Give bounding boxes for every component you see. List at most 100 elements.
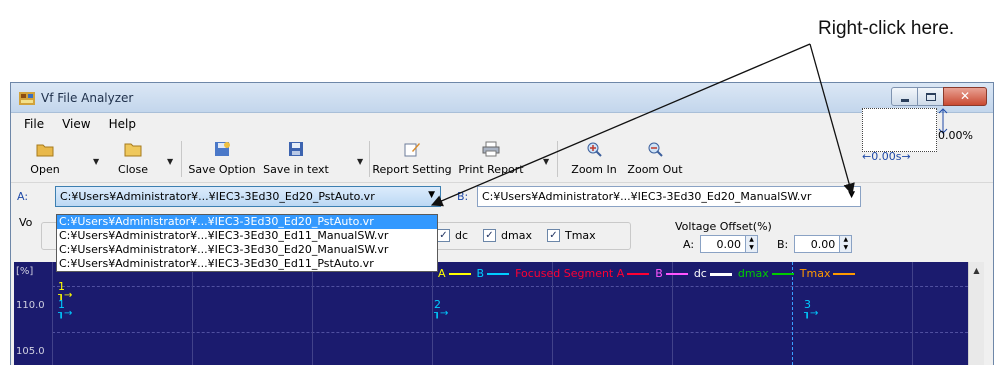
file-b-combo[interactable]: C:¥Users¥Administrator¥...¥IEC3-3Ed30_Ed… [477, 186, 861, 207]
chart-legend: A B Focused Segment A Bdc dmax Tmax [438, 267, 856, 280]
maximize-button[interactable] [917, 87, 944, 106]
file-a-value: C:¥Users¥Administrator¥...¥IEC3-3Ed30_Ed… [60, 190, 375, 203]
offset-percent: 0.00% [938, 129, 973, 142]
y-tick-label: 105.0 [16, 346, 45, 357]
check-icon: ✓ [437, 229, 450, 242]
print-dropdown-icon[interactable]: ▼ [543, 157, 549, 166]
voltage-offset-b-label: B: [777, 237, 789, 251]
callout-text: Right-click here. [818, 18, 955, 39]
dropdown-option[interactable]: C:¥Users¥Administrator¥...¥IEC3-3Ed30_Ed… [57, 215, 437, 229]
folder-icon [124, 143, 142, 157]
offset-seconds: ←0.00s→ [862, 150, 911, 163]
dropdown-option[interactable]: C:¥Users¥Administrator¥...¥IEC3-3Ed30_Ed… [57, 229, 437, 243]
legend-entry-label: dmax [737, 267, 769, 280]
file-a-label: A: [17, 190, 29, 203]
legend-swatch [833, 273, 856, 275]
menu-help[interactable]: Help [100, 113, 145, 135]
legend-entry-label: A [438, 267, 446, 280]
close-window-button[interactable]: ✕ [943, 87, 987, 106]
save-dropdown-icon[interactable]: ▼ [357, 157, 363, 166]
close-label: Close [118, 163, 148, 176]
chevron-down-icon: ▼ [848, 190, 855, 200]
segment-marker: 2 ┒→ [434, 298, 449, 319]
save-in-text-button[interactable]: Save in text [261, 137, 331, 181]
grid-line [312, 262, 313, 365]
toolbar-separator [369, 141, 370, 177]
zoom-in-icon [587, 142, 602, 157]
file-b-value: C:¥Users¥Administrator¥...¥IEC3-3Ed30_Ed… [482, 190, 812, 203]
file-a-combo[interactable]: C:¥Users¥Administrator¥...¥IEC3-3Ed30_Ed… [55, 186, 441, 207]
legend-entry-label: Tmax [799, 267, 831, 280]
legend-swatch [665, 273, 688, 275]
voltage-offset-a: A: 0.00 ▲ ▼ [683, 235, 759, 253]
zoom-out-button[interactable]: Zoom Out [625, 137, 685, 181]
save-option-button[interactable]: Save Option [187, 137, 257, 181]
report-setting-button[interactable]: Report Setting [371, 137, 453, 181]
legend-entry-label: Focused Segment A [515, 267, 625, 280]
toolbar-separator [181, 141, 182, 177]
scroll-up-icon: ▲ [973, 266, 980, 275]
grid-line [52, 262, 53, 365]
y-tick-label: 110.0 [16, 300, 45, 311]
offset-preview-box [862, 108, 937, 152]
window-title: Vf File Analyzer [41, 91, 134, 105]
tmax-checkbox-label: Tmax [565, 229, 596, 242]
menu-file[interactable]: File [15, 113, 53, 135]
tmax-checkbox[interactable]: ✓ Tmax [547, 229, 596, 242]
voltage-offset-b: B: 0.00 ▲ ▼ [777, 235, 853, 253]
save-option-icon [215, 142, 230, 156]
file-a-dropdown-list: C:¥Users¥Administrator¥...¥IEC3-3Ed30_Ed… [56, 214, 438, 272]
zoom-out-icon [648, 142, 663, 157]
print-report-button[interactable]: Print Report [455, 137, 527, 181]
close-icon: ✕ [959, 89, 971, 103]
spinner-arrows-icon[interactable]: ▲ ▼ [840, 235, 853, 253]
report-edit-icon [404, 143, 420, 157]
options-group-label: Vo [19, 216, 33, 229]
minimize-icon [901, 99, 909, 102]
file-select-row: A: C:¥Users¥Administrator¥...¥IEC3-3Ed30… [11, 184, 993, 208]
dc-checkbox-label: dc [455, 229, 469, 242]
menu-view[interactable]: View [53, 113, 99, 135]
file-b-label: B: [457, 190, 469, 203]
voltage-offset-title: Voltage Offset(%) [675, 220, 772, 233]
report-setting-label: Report Setting [372, 163, 452, 176]
save-option-label: Save Option [188, 163, 256, 176]
legend-entry-label: B [655, 267, 663, 280]
zoom-in-button[interactable]: Zoom In [567, 137, 621, 181]
open-dropdown-icon[interactable]: ▼ [93, 157, 99, 166]
save-in-text-label: Save in text [263, 163, 329, 176]
voltage-offset-a-label: A: [683, 237, 695, 251]
chevron-down-icon: ▼ [428, 190, 435, 200]
grid-line [192, 262, 193, 365]
check-icon: ✓ [483, 229, 496, 242]
voltage-offset-b-input[interactable]: 0.00 [794, 235, 841, 253]
legend-entry-label: B [476, 267, 485, 280]
check-icon: ✓ [547, 229, 560, 242]
dc-checkbox[interactable]: ✓ dc [437, 229, 468, 242]
legend-swatch [487, 273, 510, 275]
legend-swatch [448, 273, 471, 275]
y-axis-unit: [%] [16, 266, 34, 277]
close-dropdown-icon[interactable]: ▼ [167, 157, 173, 166]
dropdown-option[interactable]: C:¥Users¥Administrator¥...¥IEC3-3Ed30_Ed… [57, 257, 437, 271]
grid-line [432, 262, 433, 365]
legend-entry-label: dc [693, 267, 707, 280]
voltage-offset-group: Voltage Offset(%) A: 0.00 ▲ ▼ B: 0.00 ▲ ▼ [667, 220, 867, 253]
open-label: Open [30, 163, 60, 176]
spinner-arrows-icon[interactable]: ▲ ▼ [746, 235, 759, 253]
minimize-button[interactable] [891, 87, 918, 106]
dmax-checkbox[interactable]: ✓ dmax [483, 229, 532, 242]
offset-seconds-value: 0.00s [871, 150, 902, 163]
legend-swatch [627, 273, 650, 275]
chart-vertical-scrollbar[interactable]: ▲ [968, 262, 984, 365]
floppy-icon [289, 142, 303, 156]
close-file-button[interactable]: Close [111, 137, 155, 181]
title-bar: Vf File Analyzer ✕ [11, 83, 993, 113]
segment-marker: 1 ┒→ [58, 298, 73, 319]
dropdown-option[interactable]: C:¥Users¥Administrator¥...¥IEC3-3Ed30_Ed… [57, 243, 437, 257]
grid-line [52, 286, 968, 287]
zoom-in-label: Zoom In [571, 163, 617, 176]
voltage-offset-a-input[interactable]: 0.00 [700, 235, 747, 253]
waveform-chart[interactable]: [%] 110.0 105.0 A B Focused Segment A Bdc dm… [14, 262, 968, 365]
open-button[interactable]: Open [25, 137, 65, 181]
